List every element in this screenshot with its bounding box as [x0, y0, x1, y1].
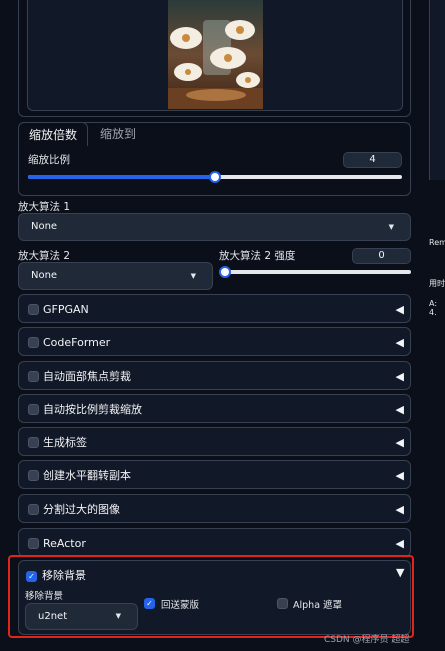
scale-slider-fill	[28, 175, 215, 179]
scale-slider-handle[interactable]	[209, 171, 221, 183]
accordion-checkbox[interactable]	[28, 404, 39, 415]
accordion-label: 生成标签	[43, 436, 87, 449]
accordion-label: 自动面部焦点剪裁	[43, 370, 131, 383]
expand-arrow-icon[interactable]: ◀	[396, 529, 404, 558]
chevron-down-icon: ▼	[388, 223, 394, 231]
accordion-label: 分割过大的图像	[43, 503, 120, 516]
upscaler2-strength-label: 放大算法 2 强度	[219, 250, 296, 262]
accordion-item[interactable]: ReActor ◀	[18, 528, 411, 557]
tab-scale-by[interactable]: 缩放倍数	[18, 122, 88, 146]
right-text-a: A: 4.	[429, 299, 438, 317]
expand-arrow-icon[interactable]: ◀	[396, 295, 404, 324]
accordion-item[interactable]: 自动面部焦点剪裁 ◀	[18, 361, 411, 390]
upscaler1-label: 放大算法 1	[18, 201, 71, 213]
watermark: CSDN @程序员 超超	[324, 635, 410, 645]
right-text-rem: Rem	[429, 238, 445, 247]
accordion-checkbox[interactable]	[28, 504, 39, 515]
expand-arrow-icon[interactable]: ◀	[396, 461, 404, 490]
scale-number-input[interactable]: 4	[343, 152, 402, 168]
accordion-label: 创建水平翻转副本	[43, 469, 131, 482]
accordion-checkbox[interactable]	[28, 337, 39, 348]
output-preview-edge	[429, 0, 445, 180]
accordion-checkbox[interactable]	[28, 371, 39, 382]
accordion-label: GFPGAN	[43, 303, 89, 316]
extras-panel: Rem 用时 A: 4. 缩放倍数 缩放到 缩放比例 4 放大算法 1 None…	[0, 0, 445, 651]
upscaler1-dropdown[interactable]: None ▼	[18, 213, 411, 241]
upscaler2-strength-input[interactable]: 0	[352, 248, 411, 264]
upscaler2-strength-handle[interactable]	[219, 266, 231, 278]
accordion-item[interactable]: 创建水平翻转副本 ◀	[18, 460, 411, 489]
chevron-down-icon: ▼	[190, 272, 196, 280]
accordion-label: ReActor	[43, 537, 86, 550]
upscaler2-dropdown[interactable]: None ▼	[18, 262, 213, 290]
accordion-item[interactable]: 分割过大的图像 ◀	[18, 494, 411, 523]
accordion-item[interactable]: 生成标签 ◀	[18, 427, 411, 456]
scale-label: 缩放比例	[28, 154, 70, 166]
preview-image	[168, 0, 263, 109]
accordion-label: 自动按比例剪裁缩放	[43, 403, 142, 416]
expand-arrow-icon[interactable]: ◀	[396, 395, 404, 424]
upscaler2-value: None	[31, 270, 58, 281]
accordion-checkbox[interactable]	[28, 304, 39, 315]
upscaler2-strength-track[interactable]	[219, 270, 411, 274]
accordion-checkbox[interactable]	[28, 470, 39, 481]
accordion-checkbox[interactable]	[28, 538, 39, 549]
upscaler2-label: 放大算法 2	[18, 250, 71, 262]
upscaler1-value: None	[31, 221, 58, 232]
accordion-label: CodeFormer	[43, 336, 111, 349]
accordion-item[interactable]: 自动按比例剪裁缩放 ◀	[18, 394, 411, 423]
expand-arrow-icon[interactable]: ◀	[396, 328, 404, 357]
expand-arrow-icon[interactable]: ◀	[396, 495, 404, 524]
accordion-item[interactable]: GFPGAN ◀	[18, 294, 411, 323]
expand-arrow-icon[interactable]: ◀	[396, 428, 404, 457]
right-text-time: 用时	[429, 279, 445, 288]
tab-scale-to[interactable]: 缩放到	[88, 122, 148, 146]
expand-arrow-icon[interactable]: ◀	[396, 362, 404, 391]
highlight-annotation	[8, 555, 414, 638]
accordion-item[interactable]: CodeFormer ◀	[18, 327, 411, 356]
accordion-checkbox[interactable]	[28, 437, 39, 448]
